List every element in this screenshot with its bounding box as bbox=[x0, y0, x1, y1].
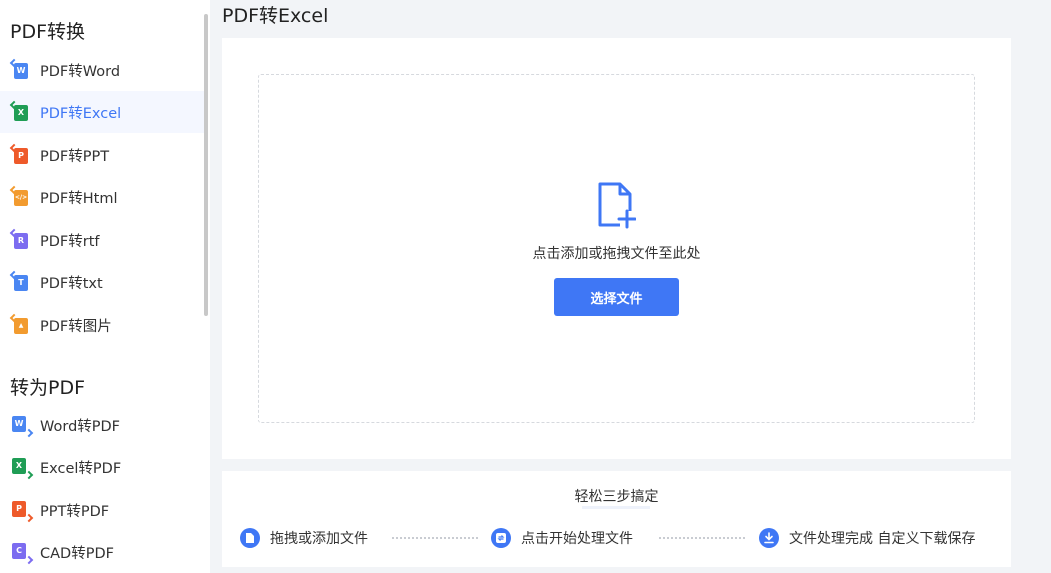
image-file-icon: ▲ bbox=[9, 313, 32, 336]
sidebar-item-label: CAD转PDF bbox=[40, 545, 114, 562]
sidebar-item-word-to-pdf[interactable]: W Word转PDF bbox=[0, 404, 204, 446]
download-icon bbox=[759, 528, 779, 548]
txt-file-icon: T bbox=[9, 270, 32, 293]
sidebar-item-label: PPT转PDF bbox=[40, 503, 110, 520]
excel-file-icon: X bbox=[9, 100, 32, 123]
steps-card: 轻松三步搞定 拖拽或添加文件 点击开始处理文件 文件处理完成 自定义下载保存 bbox=[222, 471, 1011, 567]
ppt-file-icon: P bbox=[9, 143, 32, 166]
sidebar-item-label: PDF转PPT bbox=[40, 148, 110, 165]
sidebar-item-pdf-to-ppt[interactable]: P PDF转PPT bbox=[0, 134, 204, 176]
sidebar-item-label: PDF转Excel bbox=[40, 105, 122, 122]
sidebar-item-label: PDF转rtf bbox=[40, 233, 100, 250]
word-file-icon: W bbox=[9, 58, 32, 81]
html-file-icon: </> bbox=[9, 185, 32, 208]
page-title: PDF转Excel bbox=[222, 5, 329, 27]
sidebar-item-label: PDF转Word bbox=[40, 63, 121, 80]
sidebar-item-pdf-to-txt[interactable]: T PDF转txt bbox=[0, 261, 204, 303]
add-file-icon bbox=[598, 182, 636, 229]
step-label: 拖拽或添加文件 bbox=[270, 531, 368, 547]
sidebar-item-ppt-to-pdf[interactable]: P PPT转PDF bbox=[0, 489, 204, 531]
sidebar-item-label: PDF转图片 bbox=[40, 318, 112, 335]
drop-hint-text: 点击添加或拖拽文件至此处 bbox=[532, 246, 701, 262]
select-file-button[interactable]: 选择文件 bbox=[554, 278, 679, 316]
sidebar-scrollbar[interactable] bbox=[204, 14, 208, 316]
step-label: 文件处理完成 自定义下载保存 bbox=[789, 531, 976, 547]
convert-icon bbox=[491, 528, 511, 548]
step-download: 文件处理完成 自定义下载保存 bbox=[759, 527, 975, 549]
sidebar-item-pdf-to-image[interactable]: ▲ PDF转图片 bbox=[0, 304, 204, 346]
rtf-file-icon: R bbox=[9, 228, 32, 251]
step-divider bbox=[392, 537, 478, 539]
cad-file-icon: C bbox=[10, 541, 34, 565]
sidebar-item-pdf-to-word[interactable]: W PDF转Word bbox=[0, 49, 204, 91]
file-icon bbox=[240, 528, 260, 548]
sidebar-item-cad-to-pdf[interactable]: C CAD转PDF bbox=[0, 531, 204, 573]
step-label: 点击开始处理文件 bbox=[521, 531, 633, 547]
sidebar-item-pdf-to-html[interactable]: </> PDF转Html bbox=[0, 176, 204, 218]
word-file-icon: W bbox=[10, 414, 34, 438]
steps-title: 轻松三步搞定 bbox=[574, 489, 659, 505]
sidebar-item-label: Excel转PDF bbox=[40, 460, 122, 477]
sidebar-item-label: PDF转Html bbox=[40, 190, 118, 207]
steps-title-underline bbox=[582, 506, 650, 509]
step-process-file: 点击开始处理文件 bbox=[491, 527, 633, 549]
ppt-file-icon: P bbox=[10, 499, 34, 523]
step-divider bbox=[659, 537, 745, 539]
section-title-to-pdf: 转为PDF bbox=[10, 377, 86, 399]
sidebar-item-pdf-to-rtf[interactable]: R PDF转rtf bbox=[0, 219, 204, 261]
sidebar-item-label: Word转PDF bbox=[40, 418, 121, 435]
excel-file-icon: X bbox=[10, 456, 34, 480]
sidebar-item-excel-to-pdf[interactable]: X Excel转PDF bbox=[0, 446, 204, 488]
sidebar: PDF转换 W PDF转Word X PDF转Excel P PDF转PPT <… bbox=[0, 0, 210, 573]
step-add-file: 拖拽或添加文件 bbox=[240, 527, 368, 549]
file-dropzone[interactable]: 点击添加或拖拽文件至此处 选择文件 bbox=[258, 74, 975, 423]
upload-card: 点击添加或拖拽文件至此处 选择文件 bbox=[222, 38, 1011, 459]
sidebar-item-pdf-to-excel[interactable]: X PDF转Excel bbox=[0, 91, 204, 133]
sidebar-item-label: PDF转txt bbox=[40, 275, 103, 292]
section-title-pdf-convert: PDF转换 bbox=[10, 21, 86, 43]
